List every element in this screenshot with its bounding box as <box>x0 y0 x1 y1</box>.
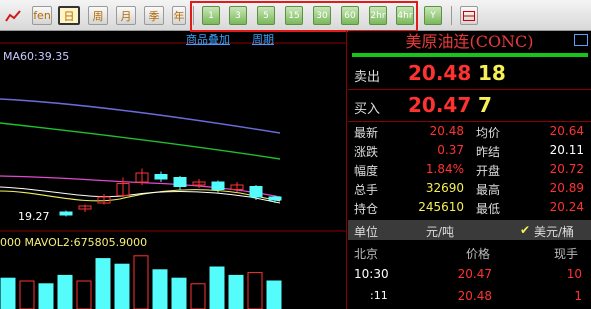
stat-value: 20.24 <box>549 200 584 214</box>
sell-price: 20.48 <box>408 61 472 85</box>
volume-bar <box>152 269 168 309</box>
volume-bar <box>76 280 92 309</box>
period-highlight-box <box>190 1 418 32</box>
sell-row: 卖出 20.48 18 <box>348 59 591 89</box>
fen-button[interactable]: fen <box>32 6 52 25</box>
stat-label: 总手 <box>354 183 379 197</box>
tick-hand: 1 <box>574 289 582 303</box>
grid-icon <box>463 10 475 21</box>
stat-label: 最新 <box>354 126 379 140</box>
ticks-header-price: 价格 <box>466 247 491 261</box>
buy-price: 20.47 <box>408 93 472 117</box>
stat-label: 均价 <box>476 126 501 140</box>
candle-body <box>249 186 263 198</box>
stat-value: 0.37 <box>437 143 464 157</box>
stat-value: 32690 <box>425 181 464 195</box>
candle-body <box>268 196 282 201</box>
stat-label: 昨结 <box>476 145 501 159</box>
kline-chart[interactable]: 商品叠加 周期 MA60:39.35 19.27 000 MAVOL2:6758… <box>0 31 347 309</box>
tick-price: 20.48 <box>457 289 492 303</box>
tick-time: :11 <box>370 289 388 302</box>
divider <box>348 89 591 90</box>
divider <box>348 121 591 122</box>
buy-label: 买入 <box>354 102 381 117</box>
volume-bar <box>38 283 54 309</box>
quote-panel: 美原油连(CONC) 卖出 20.48 18 买入 20.47 7 最新 20.4… <box>348 31 591 309</box>
day-button[interactable]: 日 <box>58 6 80 25</box>
chart-icon[interactable] <box>4 6 22 25</box>
chart-canvas <box>0 42 347 309</box>
buy-row: 买入 20.47 7 <box>348 91 591 121</box>
ma-line-green <box>0 122 281 160</box>
sell-label: 卖出 <box>354 70 381 85</box>
stat-label: 最高 <box>476 183 501 197</box>
stat-label: 持仓 <box>354 202 379 216</box>
candle-body <box>173 177 187 187</box>
unit-label: 单位 <box>354 225 379 239</box>
period-label: Y <box>430 10 436 21</box>
stat-label: 开盘 <box>476 164 501 178</box>
volume-bar <box>266 280 282 309</box>
stat-label: 涨跌 <box>354 145 379 159</box>
overlay-link[interactable]: 商品叠加 <box>186 31 230 47</box>
volume-bar <box>0 277 16 309</box>
volume-bar <box>209 266 225 309</box>
stat-value: 20.89 <box>549 181 584 195</box>
stat-label: 最低 <box>476 202 501 216</box>
grid-icon-button[interactable] <box>460 6 478 25</box>
contract-title: 美原油连(CONC) <box>405 32 534 51</box>
volume-bar <box>171 277 187 309</box>
green-bar <box>352 53 588 57</box>
volume-bar <box>228 274 244 309</box>
tick-price: 20.47 <box>457 267 492 281</box>
tick-hand: 10 <box>566 267 582 281</box>
fen-label: fen <box>33 9 51 22</box>
unit-yuan-ton[interactable]: 元/吨 <box>426 223 454 240</box>
month-label: 月 <box>120 9 132 23</box>
separator <box>451 6 452 25</box>
volume-bar <box>95 258 111 309</box>
volume-label: 000 MAVOL2:675805.9000 <box>0 236 148 249</box>
buy-volume: 7 <box>478 93 492 117</box>
period-link[interactable]: 周期 <box>252 31 274 47</box>
stat-value: 245610 <box>418 200 464 214</box>
week-button[interactable]: 周 <box>88 6 108 25</box>
volume-bar <box>57 274 73 309</box>
volume-bar <box>247 272 263 309</box>
trend-icon <box>5 9 21 22</box>
unit-usd-barrel[interactable]: 美元/桶 <box>534 223 574 240</box>
candle-body <box>59 211 73 216</box>
volume-bar <box>19 280 35 309</box>
tick-time: 10:30 <box>354 267 389 281</box>
period-y-button[interactable]: Y <box>424 6 442 25</box>
candle-body <box>154 174 168 180</box>
candle-body <box>211 181 225 190</box>
year-button[interactable]: 年 <box>172 6 186 25</box>
ma60-label: MA60:39.35 <box>3 50 70 63</box>
volume-bar <box>190 283 206 309</box>
ticks-header-hand: 现手 <box>554 247 579 261</box>
check-icon: ✔ <box>520 223 531 237</box>
stat-label: 幅度 <box>354 164 379 178</box>
stat-value: 1.84% <box>425 162 464 176</box>
volume-bar <box>133 255 149 309</box>
day-label: 日 <box>63 9 75 23</box>
unit-bar: 单位 元/吨 ✔ 美元/桶 <box>348 220 591 240</box>
year-label: 年 <box>173 9 185 23</box>
low-price-label: 19.27 <box>18 210 50 223</box>
stat-value: 20.72 <box>549 162 584 176</box>
season-label: 季 <box>148 9 160 23</box>
stat-value: 20.11 <box>549 143 584 157</box>
stat-value: 20.48 <box>429 124 464 138</box>
season-button[interactable]: 季 <box>144 6 164 25</box>
volume-bar <box>114 263 130 309</box>
sell-volume: 18 <box>478 61 506 85</box>
ticks-header-place: 北京 <box>354 247 379 261</box>
month-button[interactable]: 月 <box>116 6 136 25</box>
week-label: 周 <box>92 9 104 23</box>
stat-value: 20.64 <box>549 124 584 138</box>
window-icon[interactable] <box>574 34 588 46</box>
